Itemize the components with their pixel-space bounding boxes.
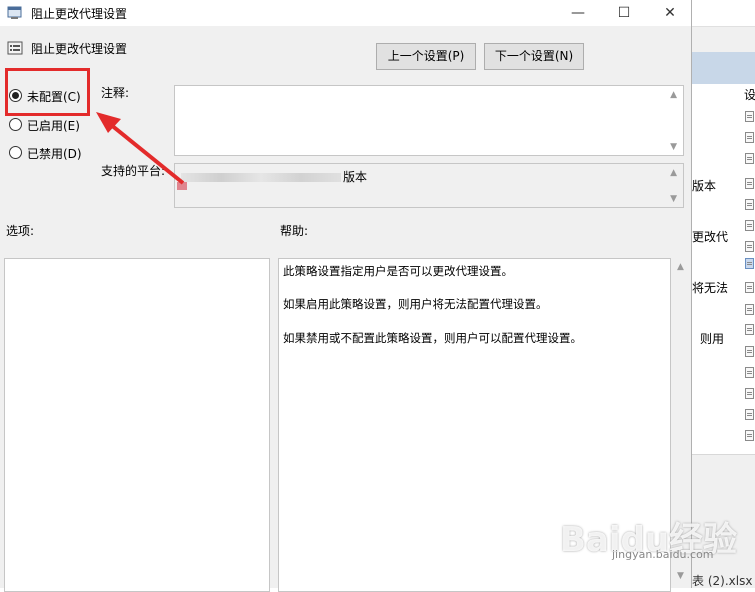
background-text-fragment: 将无法 bbox=[692, 281, 729, 295]
policy-item-icon bbox=[745, 409, 754, 420]
background-text-fragment: 更改代 bbox=[692, 230, 729, 244]
policy-item-icon bbox=[745, 241, 754, 252]
background-text-fragment: 则用 bbox=[700, 332, 725, 346]
policy-item-icon bbox=[745, 111, 754, 122]
policy-item-icon bbox=[745, 346, 754, 357]
policy-item-icon bbox=[745, 282, 754, 293]
annotation-arrow-icon bbox=[96, 112, 185, 185]
policy-item-icon bbox=[745, 430, 754, 441]
background-text-fragment: 版本 bbox=[692, 179, 717, 193]
policy-item-icon bbox=[745, 132, 754, 143]
background-toolbar bbox=[692, 0, 755, 27]
policy-item-icon bbox=[745, 199, 754, 210]
background-column-header: 设 bbox=[744, 88, 755, 102]
policy-item-icon bbox=[745, 153, 754, 164]
policy-item-icon bbox=[745, 324, 754, 335]
policy-item-selected-icon bbox=[745, 258, 754, 269]
policy-item-icon bbox=[745, 367, 754, 378]
background-window: 设 版本 更改代 将无法 则用 表 (2).xlsx bbox=[692, 0, 755, 588]
background-header-band bbox=[692, 52, 755, 84]
background-horizontal-scrollbar[interactable] bbox=[692, 454, 755, 473]
policy-item-icon bbox=[745, 304, 754, 315]
background-settings-list: 设 版本 更改代 将无法 则用 bbox=[692, 84, 755, 454]
watermark-url: jingyan.baidu.com bbox=[612, 548, 714, 561]
background-file-fragment: 表 (2).xlsx bbox=[692, 574, 753, 588]
policy-item-icon bbox=[745, 178, 754, 189]
policy-item-icon bbox=[745, 388, 754, 399]
policy-item-icon bbox=[745, 220, 754, 231]
policy-setting-dialog: 阻止更改代理设置 — ☐ ✕ 阻止更改代理设置 上一个设置(P) 下一个设置(N… bbox=[0, 0, 692, 592]
